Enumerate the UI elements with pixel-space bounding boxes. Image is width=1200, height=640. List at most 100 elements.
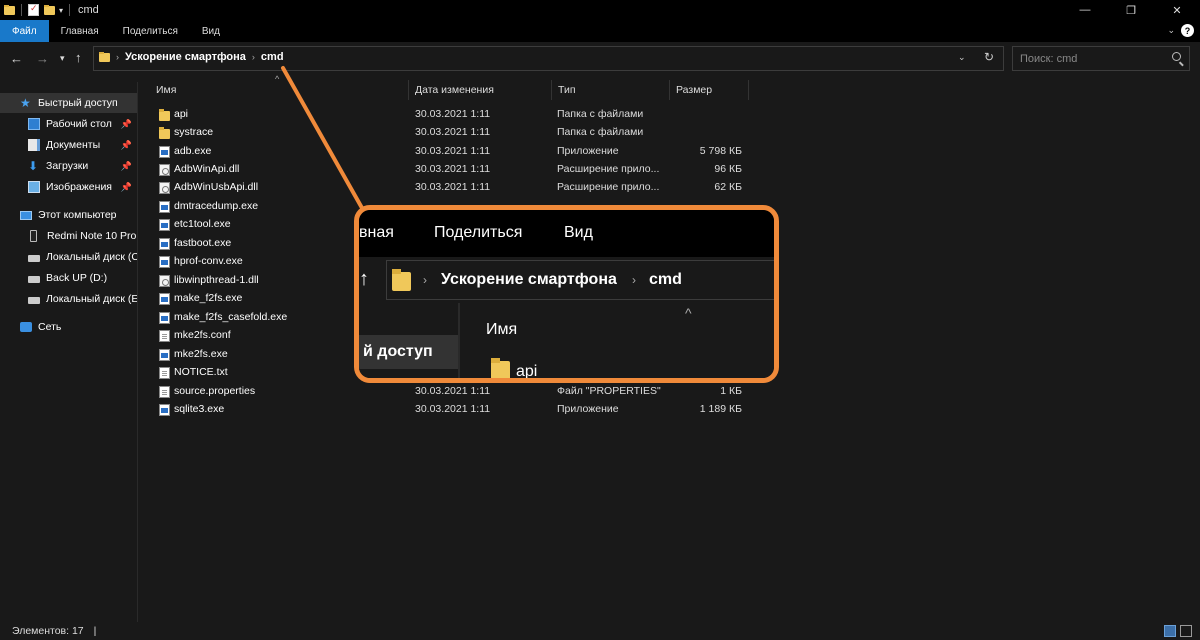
column-divider[interactable]: [669, 80, 670, 100]
item-count: Элементов: 17: [12, 625, 84, 637]
sidebar-item-label: Локальный диск (E: [46, 293, 137, 305]
column-header-type[interactable]: Тип: [558, 80, 668, 100]
network-icon: [20, 322, 32, 332]
column-divider[interactable]: [748, 80, 749, 100]
tab-home[interactable]: Главная: [49, 20, 111, 42]
sidebar-item-drive-c[interactable]: Локальный диск (C: [0, 247, 137, 267]
minimize-button[interactable]: —: [1062, 0, 1108, 20]
downloads-icon: ⬇: [28, 159, 39, 173]
pin-icon[interactable]: 📌: [121, 161, 132, 172]
back-arrow-icon[interactable]: ←: [10, 51, 23, 66]
breadcrumb-separator-icon[interactable]: ›: [116, 52, 119, 62]
breadcrumb-item[interactable]: cmd: [261, 51, 284, 63]
drive-icon: [28, 276, 40, 283]
breadcrumb-separator-icon[interactable]: ›: [252, 52, 255, 62]
recent-locations-chevron-icon[interactable]: ▾: [60, 53, 65, 64]
application-icon: [159, 146, 170, 158]
properties-icon[interactable]: [28, 3, 39, 16]
file-name: make_f2fs.exe: [174, 292, 243, 304]
close-button[interactable]: ✕: [1154, 0, 1200, 20]
ribbon-tabs: Файл Главная Поделиться Вид ⌄ ?: [0, 20, 1200, 42]
tab-file[interactable]: Файл: [0, 20, 49, 42]
tab-share[interactable]: Поделиться: [111, 20, 190, 42]
sidebar-item-pictures[interactable]: Изображения 📌: [0, 177, 137, 197]
column-header-size[interactable]: Размер: [676, 80, 748, 100]
sidebar-item-desktop[interactable]: Рабочий стол 📌: [0, 114, 137, 134]
breadcrumb-item[interactable]: Ускорение смартфона: [125, 51, 246, 63]
sidebar-item-this-pc[interactable]: Этот компьютер: [0, 205, 137, 225]
sidebar-item-drive-e[interactable]: Локальный диск (E: [0, 289, 137, 309]
file-row[interactable]: sqlite3.exe 30.03.2021 1:11 Приложение 1…: [140, 401, 750, 419]
file-type: Расширение прило...: [557, 181, 660, 193]
file-row[interactable]: AdbWinUsbApi.dll 30.03.2021 1:11 Расшире…: [140, 179, 750, 197]
file-name: etc1tool.exe: [174, 218, 231, 230]
column-divider[interactable]: [408, 80, 409, 100]
application-icon: [159, 201, 170, 213]
file-row[interactable]: AdbWinApi.dll 30.03.2021 1:11 Расширение…: [140, 161, 750, 179]
file-date: 30.03.2021 1:11: [415, 126, 491, 138]
file-date: 30.03.2021 1:11: [415, 403, 491, 415]
file-row[interactable]: api 30.03.2021 1:11 Папка с файлами: [140, 106, 750, 124]
file-icon: [159, 386, 170, 398]
help-icon[interactable]: ?: [1181, 24, 1194, 37]
column-header-name[interactable]: Имя: [156, 80, 406, 100]
sidebar-item-phone[interactable]: Redmi Note 10 Pro: [0, 226, 137, 246]
sidebar-item-drive-d[interactable]: Back UP (D:): [0, 268, 137, 288]
column-divider[interactable]: [551, 80, 552, 100]
file-date: 30.03.2021 1:11: [415, 385, 491, 397]
up-arrow-icon[interactable]: ↑: [75, 50, 82, 65]
file-row[interactable]: adb.exe 30.03.2021 1:11 Приложение 5 798…: [140, 143, 750, 161]
chevron-down-icon[interactable]: ⌄: [1167, 25, 1175, 36]
toolbar-divider: [69, 4, 71, 16]
tab-view[interactable]: Вид: [190, 20, 232, 42]
file-name: make_f2fs_casefold.exe: [174, 311, 288, 323]
sidebar-item-label: Сеть: [38, 321, 62, 333]
column-header-date[interactable]: Дата изменения: [415, 80, 550, 100]
zoomed-sort-ascending-icon: ^: [685, 305, 692, 321]
file-type: Файл "PROPERTIES": [557, 385, 661, 397]
file-date: 30.03.2021 1:11: [415, 181, 491, 193]
file-size: 1 КБ: [720, 385, 742, 397]
search-input[interactable]: [1013, 47, 1163, 70]
sidebar-item-downloads[interactable]: ⬇ Загрузки 📌: [0, 156, 137, 176]
sidebar-item-quick-access[interactable]: ★ Быстрый доступ: [0, 93, 137, 113]
dll-icon: [159, 275, 170, 287]
file-date: 30.03.2021 1:11: [415, 108, 491, 120]
file-name: AdbWinApi.dll: [174, 163, 240, 175]
pin-icon[interactable]: 📌: [121, 119, 132, 130]
details-view-icon[interactable]: [1164, 625, 1176, 637]
sidebar-item-documents[interactable]: Документы 📌: [0, 135, 137, 155]
address-history-chevron-icon[interactable]: ⌄: [958, 52, 966, 63]
file-name: sqlite3.exe: [174, 403, 225, 415]
file-type: Папка с файлами: [557, 126, 644, 138]
file-date: 30.03.2021 1:11: [415, 163, 491, 175]
file-icon: [159, 367, 170, 379]
application-icon: [159, 238, 170, 250]
sidebar-item-label: Back UP (D:): [46, 272, 108, 284]
drive-icon: [28, 255, 40, 262]
window-title: cmd: [78, 4, 99, 16]
navigation-pane: ★ Быстрый доступ Рабочий стол 📌 Документ…: [0, 82, 138, 622]
forward-arrow-icon[interactable]: →: [36, 51, 49, 66]
refresh-icon[interactable]: ↻: [984, 50, 994, 64]
file-name: mke2fs.exe: [174, 348, 228, 360]
zoomed-column-header-name: Имя: [486, 321, 518, 338]
maximize-button[interactable]: ❐: [1108, 0, 1154, 20]
customize-toolbar-icon[interactable]: ▾: [59, 6, 63, 15]
sidebar-item-label: Локальный диск (C: [46, 251, 137, 263]
address-bar[interactable]: › Ускорение смартфона › cmd: [93, 46, 1004, 71]
pin-icon[interactable]: 📌: [121, 182, 132, 193]
large-icons-view-icon[interactable]: [1180, 625, 1192, 637]
file-size: 96 КБ: [714, 163, 742, 175]
new-folder-icon[interactable]: [43, 4, 55, 16]
application-icon: [159, 349, 170, 361]
pin-icon[interactable]: 📌: [121, 140, 132, 151]
zoomed-breadcrumb-item: cmd: [649, 271, 682, 288]
search-box[interactable]: [1012, 46, 1190, 71]
dll-icon: [159, 164, 170, 176]
sidebar-item-network[interactable]: Сеть: [0, 317, 137, 337]
file-row[interactable]: source.properties 30.03.2021 1:11 Файл "…: [140, 383, 750, 401]
sidebar-item-label: Redmi Note 10 Pro: [47, 230, 137, 242]
file-row[interactable]: systrace 30.03.2021 1:11 Папка с файлами: [140, 124, 750, 142]
window-controls: — ❐ ✕: [1062, 0, 1200, 20]
